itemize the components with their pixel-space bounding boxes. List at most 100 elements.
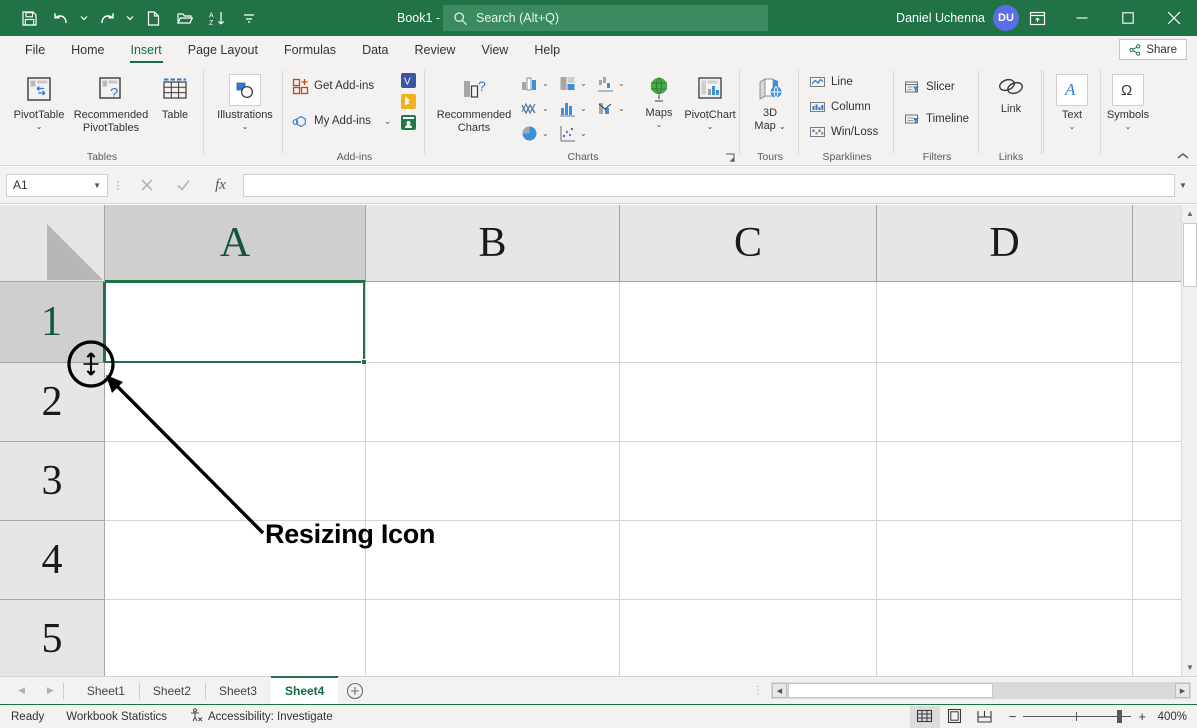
select-all-button[interactable] xyxy=(0,205,105,282)
scroll-down-button[interactable]: ▼ xyxy=(1182,659,1197,676)
cell-area[interactable] xyxy=(105,282,1181,676)
scroll-left-button[interactable]: ◀ xyxy=(772,683,787,698)
recommended-charts-button[interactable]: ? RecommendedCharts xyxy=(432,70,516,148)
tab-file[interactable]: File xyxy=(12,36,58,64)
illustrations-button[interactable]: Illustrations ⌄ xyxy=(210,70,280,148)
column-header-a[interactable]: A xyxy=(105,205,366,282)
add-sheet-button[interactable] xyxy=(338,682,372,700)
fill-handle[interactable] xyxy=(361,359,367,365)
tab-data[interactable]: Data xyxy=(349,36,401,64)
text-button[interactable]: A Text ⌄ xyxy=(1045,70,1099,148)
histogram-chart-button[interactable]: ⌄ xyxy=(558,99,587,118)
sheet-tab-sheet4[interactable]: Sheet4 xyxy=(271,676,338,704)
3d-map-button[interactable]: 3DMap ⌄ xyxy=(743,70,797,148)
recommended-pivottables-button[interactable]: ? RecommendedPivotTables xyxy=(70,70,152,148)
row-header-2[interactable]: 2 xyxy=(0,363,105,442)
table-button[interactable]: Table xyxy=(152,70,198,148)
pie-chart-button[interactable]: ⌄ xyxy=(520,124,549,143)
share-button[interactable]: Share xyxy=(1119,39,1187,60)
chevron-down-icon[interactable]: ⌄ xyxy=(656,120,663,129)
scroll-split-handle[interactable]: ⋮ xyxy=(745,685,771,696)
symbols-button[interactable]: Ω Symbols ⌄ xyxy=(1099,70,1157,148)
tab-page-layout[interactable]: Page Layout xyxy=(175,36,271,64)
timeline-button[interactable]: Timeline xyxy=(904,109,969,129)
expand-formula-bar-icon[interactable]: ▼ xyxy=(1175,174,1191,197)
formula-bar-handle[interactable]: ⋮ xyxy=(108,179,128,192)
scroll-up-button[interactable]: ▲ xyxy=(1182,205,1197,222)
sheet-tab-sheet3[interactable]: Sheet3 xyxy=(205,677,271,705)
get-addins-button[interactable]: Get Add-ins xyxy=(292,76,374,96)
horizontal-scrollbar[interactable]: ◀ ▶ xyxy=(771,682,1191,699)
vertical-scroll-thumb[interactable] xyxy=(1183,223,1197,287)
pivottable-button[interactable]: PivotTable ⌄ xyxy=(6,70,72,148)
redo-icon[interactable] xyxy=(92,5,122,31)
my-addins-button[interactable]: My Add-ins ⌄ xyxy=(292,111,391,131)
selected-cell-a1[interactable] xyxy=(105,282,365,363)
addin-bing-icon[interactable] xyxy=(400,93,417,115)
tab-insert[interactable]: Insert xyxy=(118,36,175,64)
ribbon-display-options-icon[interactable] xyxy=(1015,0,1059,36)
customize-qat-icon[interactable] xyxy=(234,5,264,31)
minimize-button[interactable] xyxy=(1059,0,1105,36)
view-normal-button[interactable] xyxy=(910,706,940,728)
view-page-layout-button[interactable] xyxy=(940,706,970,728)
chevron-down-icon[interactable]: ▼ xyxy=(93,181,101,190)
enter-icon[interactable] xyxy=(165,172,202,198)
column-chart-button[interactable]: ⌄ xyxy=(520,74,549,93)
sparkline-line-button[interactable]: Line xyxy=(809,72,853,92)
scatter-chart-button[interactable]: ⌄ xyxy=(558,124,587,143)
new-file-icon[interactable] xyxy=(138,5,168,31)
charts-dialog-launcher[interactable] xyxy=(724,151,736,163)
column-header-c[interactable]: C xyxy=(620,205,877,282)
combo-chart-button[interactable]: ⌄ xyxy=(596,99,625,118)
chevron-down-icon[interactable]: ⌄ xyxy=(542,104,549,113)
row-header-4[interactable]: 4 xyxy=(0,521,105,600)
close-button[interactable] xyxy=(1151,0,1197,36)
chevron-down-icon[interactable]: ⌄ xyxy=(384,116,392,127)
tab-home[interactable]: Home xyxy=(58,36,117,64)
tab-formulas[interactable]: Formulas xyxy=(271,36,349,64)
column-header-d[interactable]: D xyxy=(877,205,1133,282)
view-page-break-button[interactable] xyxy=(970,706,1000,728)
line-chart-button[interactable]: ⌄ xyxy=(520,99,549,118)
sort-az-icon[interactable]: AZ xyxy=(202,5,232,31)
chevron-down-icon[interactable]: ⌄ xyxy=(1125,122,1132,131)
waterfall-chart-button[interactable]: ⌄ xyxy=(596,74,625,93)
zoom-slider[interactable]: − + xyxy=(1000,709,1155,724)
sheet-tab-sheet1[interactable]: Sheet1 xyxy=(73,677,139,705)
row-header-1[interactable]: 1 xyxy=(0,282,105,363)
slicer-button[interactable]: Slicer xyxy=(904,77,955,97)
chevron-down-icon[interactable]: ⌄ xyxy=(580,129,587,138)
zoom-out-button[interactable]: − xyxy=(1009,709,1017,724)
bar-chart-button[interactable]: ⌄ xyxy=(558,74,587,93)
undo-dropdown-icon[interactable] xyxy=(78,5,90,31)
insert-function-icon[interactable]: fx xyxy=(202,172,239,198)
zoom-in-button[interactable]: + xyxy=(1138,709,1146,724)
name-box[interactable]: A1 ▼ xyxy=(6,174,108,197)
collapse-ribbon-button[interactable] xyxy=(1175,149,1191,163)
chevron-down-icon[interactable]: ⌄ xyxy=(542,79,549,88)
pivotchart-button[interactable]: PivotChart ⌄ xyxy=(679,70,741,148)
chevron-down-icon[interactable]: ⌄ xyxy=(618,79,625,88)
column-header-e-partial[interactable] xyxy=(1133,205,1181,282)
chevron-down-icon[interactable]: ⌄ xyxy=(542,129,549,138)
row-header-3[interactable]: 3 xyxy=(0,442,105,521)
chevron-down-icon[interactable]: ⌄ xyxy=(580,79,587,88)
undo-icon[interactable] xyxy=(46,5,76,31)
horizontal-scroll-thumb[interactable] xyxy=(788,683,993,698)
maximize-button[interactable] xyxy=(1105,0,1151,36)
formula-input[interactable] xyxy=(243,174,1175,197)
tab-review[interactable]: Review xyxy=(401,36,468,64)
tab-view[interactable]: View xyxy=(468,36,521,64)
column-header-b[interactable]: B xyxy=(366,205,620,282)
zoom-track[interactable] xyxy=(1023,716,1131,717)
chevron-down-icon[interactable]: ⌄ xyxy=(580,104,587,113)
accessibility-button[interactable]: Accessibility: Investigate xyxy=(178,705,344,728)
sheet-tab-sheet2[interactable]: Sheet2 xyxy=(139,677,205,705)
account-button[interactable]: Daniel Uchenna DU xyxy=(896,0,1019,36)
vertical-scrollbar[interactable]: ▲ ▼ xyxy=(1181,205,1197,676)
prev-sheet-button[interactable]: ◀ xyxy=(18,685,25,696)
cancel-icon[interactable] xyxy=(128,172,165,198)
redo-dropdown-icon[interactable] xyxy=(124,5,136,31)
zoom-thumb[interactable] xyxy=(1117,710,1122,723)
